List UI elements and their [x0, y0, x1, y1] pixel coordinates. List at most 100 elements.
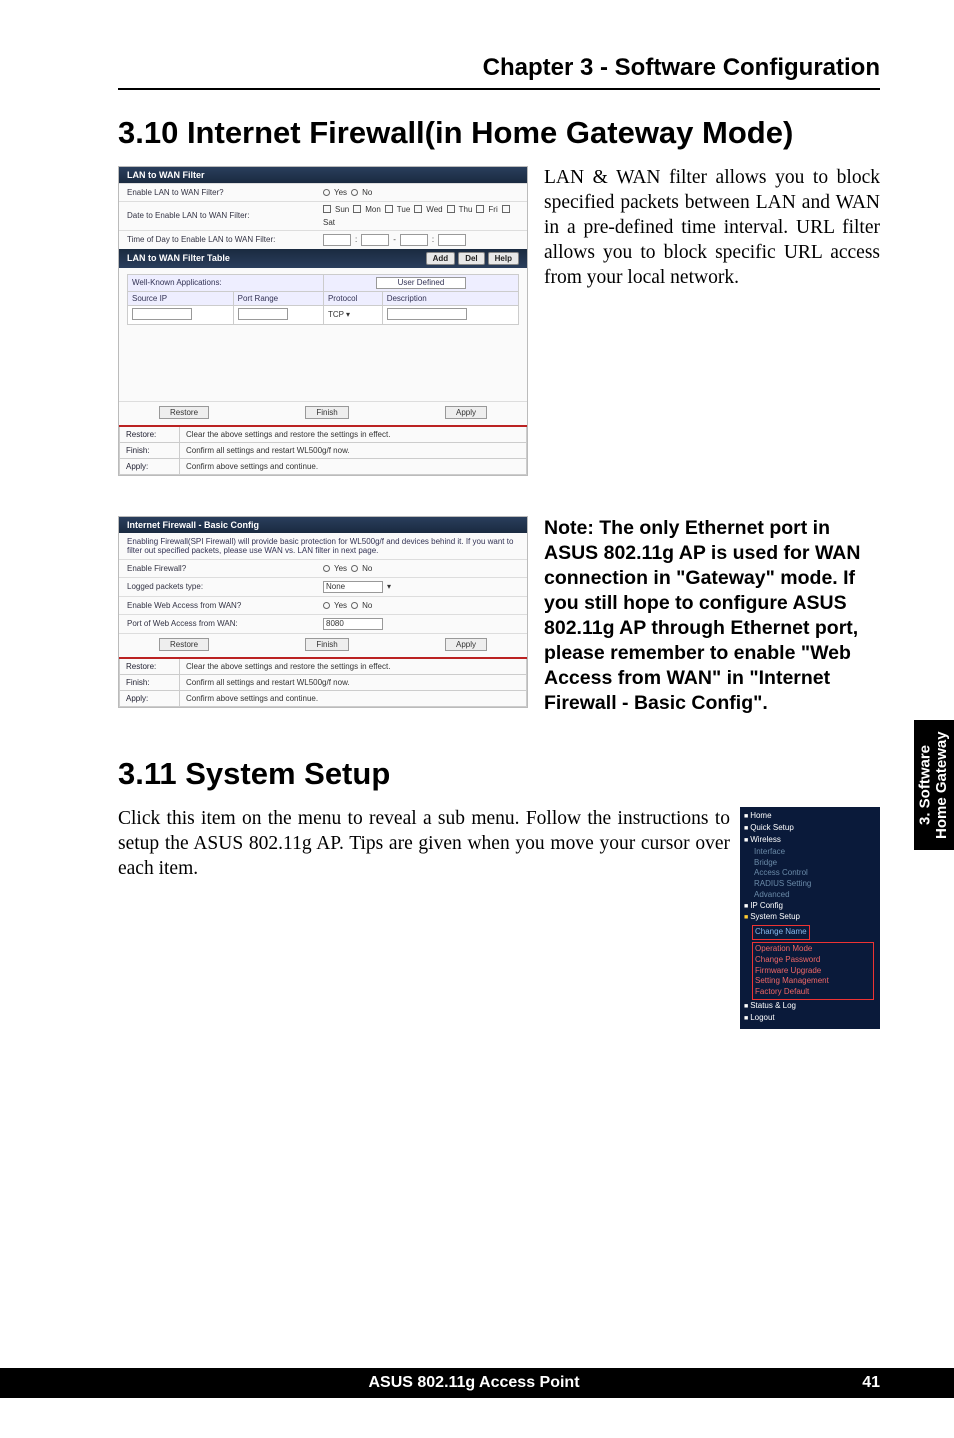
menu-subitem: Operation Mode: [755, 944, 871, 955]
menu-item: Quick Setup: [744, 823, 878, 834]
menu-item: Home: [744, 811, 878, 822]
enable-row: Enable LAN to WAN Filter? Yes No: [119, 183, 527, 201]
radio-icon[interactable]: [351, 189, 358, 196]
time-input[interactable]: [438, 234, 466, 246]
time-input[interactable]: [323, 234, 351, 246]
panel-title: Internet Firewall - Basic Config: [119, 517, 527, 533]
menu-subitem: Bridge: [744, 858, 878, 869]
time-input[interactable]: [400, 234, 428, 246]
checkbox-icon[interactable]: [353, 205, 361, 213]
menu-subitem: Advanced: [744, 890, 878, 901]
radio-icon[interactable]: [323, 602, 330, 609]
filter-table-bar: LAN to WAN Filter Table Add Del Help: [119, 249, 527, 268]
desc-key: Finish:: [120, 442, 180, 458]
menu-item: Wireless: [744, 835, 878, 846]
menu-subitem: Interface: [744, 847, 878, 858]
page-footer: ASUS 802.11g Access Point 41: [0, 1368, 954, 1398]
time-row: Time of Day to Enable LAN to WAN Filter:…: [119, 230, 527, 249]
port-row: Port of Web Access from WAN: 8080: [119, 614, 527, 633]
day: Sun: [335, 205, 349, 214]
protocol-select[interactable]: TCP: [328, 310, 344, 319]
filter-table-title: LAN to WAN Filter Table: [127, 253, 230, 263]
logged-packets-row: Logged packets type: None ▾: [119, 577, 527, 596]
restore-button[interactable]: Restore: [159, 406, 209, 419]
radio-icon[interactable]: [351, 565, 358, 572]
time-label: Time of Day to Enable LAN to WAN Filter:: [127, 235, 323, 244]
opt-yes: Yes: [334, 601, 347, 610]
finish-button[interactable]: Finish: [305, 638, 348, 651]
menu-item: Status & Log: [744, 1001, 878, 1012]
time-input[interactable]: [361, 234, 389, 246]
opt-no: No: [362, 188, 372, 197]
opt-no: No: [362, 601, 372, 610]
radio-icon[interactable]: [323, 189, 330, 196]
menu-subitem: Access Control: [744, 868, 878, 879]
lan-wan-paragraph: LAN & WAN filter allows you to block spe…: [544, 166, 880, 476]
desc-val: Confirm above settings and continue.: [180, 690, 527, 706]
description-input[interactable]: [387, 308, 467, 320]
menu-item: IP Config: [744, 901, 878, 912]
source-ip-input[interactable]: [132, 308, 192, 320]
col-port-range: Port Range: [233, 291, 323, 305]
radio-icon[interactable]: [323, 565, 330, 572]
col-protocol: Protocol: [323, 291, 382, 305]
chapter-header: Chapter 3 - Software Configuration: [118, 54, 880, 82]
section-3-11-paragraph: Click this item on the menu to reveal a …: [118, 807, 730, 882]
col-source-ip: Source IP: [128, 291, 234, 305]
checkbox-icon[interactable]: [385, 205, 393, 213]
checkbox-icon[interactable]: [447, 205, 455, 213]
section-3-11-title: 3.11 System Setup: [118, 753, 880, 795]
opt-yes: Yes: [334, 564, 347, 573]
desc-val: Confirm all settings and restart WL500g/…: [180, 674, 527, 690]
checkbox-icon[interactable]: [323, 205, 331, 213]
table-row: TCP ▾: [128, 305, 519, 324]
checkbox-icon[interactable]: [476, 205, 484, 213]
button-desc-table: Restore:Clear the above settings and res…: [119, 425, 527, 475]
day: Fri: [488, 205, 497, 214]
apply-button[interactable]: Apply: [445, 638, 487, 651]
desc-key: Restore:: [120, 658, 180, 675]
logged-label: Logged packets type:: [127, 582, 323, 591]
finish-button[interactable]: Finish: [305, 406, 348, 419]
user-defined-select[interactable]: User Defined: [376, 277, 466, 289]
day: Sat: [323, 218, 335, 227]
apply-button[interactable]: Apply: [445, 406, 487, 419]
menu-subitem: Setting Management: [755, 976, 871, 987]
menu-item: Logout: [744, 1013, 878, 1024]
desc-val: Clear the above settings and restore the…: [180, 426, 527, 443]
radio-icon[interactable]: [351, 602, 358, 609]
enable-firewall-label: Enable Firewall?: [127, 564, 323, 573]
port-range-input[interactable]: [238, 308, 288, 320]
port-input[interactable]: 8080: [323, 618, 383, 630]
logged-select[interactable]: None: [323, 581, 383, 593]
date-label: Date to Enable LAN to WAN Filter:: [127, 211, 323, 220]
help-button[interactable]: Help: [488, 252, 519, 265]
restore-button[interactable]: Restore: [159, 638, 209, 651]
day: Wed: [426, 205, 442, 214]
button-desc-table: Restore:Clear the above settings and res…: [119, 657, 527, 707]
footer-page-number: 41: [830, 1374, 880, 1392]
enable-label: Enable LAN to WAN Filter?: [127, 188, 323, 197]
webwan-label: Enable Web Access from WAN?: [127, 601, 323, 610]
desc-key: Restore:: [120, 426, 180, 443]
header-rule: [118, 88, 880, 90]
date-row: Date to Enable LAN to WAN Filter: Sun Mo…: [119, 201, 527, 230]
filter-apps-table: Well-Known Applications: User Defined So…: [127, 274, 519, 325]
menu-subitem: Change Password: [755, 955, 871, 966]
opt-no: No: [362, 564, 372, 573]
opt-yes: Yes: [334, 188, 347, 197]
internet-firewall-panel: Internet Firewall - Basic Config Enablin…: [118, 516, 528, 708]
checkbox-icon[interactable]: [414, 205, 422, 213]
side-tab: 3. SoftwareHome Gateway: [914, 720, 954, 850]
day: Tue: [397, 205, 411, 214]
desc-val: Confirm all settings and restart WL500g/…: [180, 442, 527, 458]
add-button[interactable]: Add: [426, 252, 456, 265]
day: Thu: [459, 205, 473, 214]
note-text: Note: The only Ethernet port in ASUS 802…: [544, 516, 880, 716]
checkbox-icon[interactable]: [502, 205, 510, 213]
menu-boxed-group: Operation Mode Change Password Firmware …: [752, 942, 874, 1000]
port-label: Port of Web Access from WAN:: [127, 619, 323, 628]
button-row: Restore Finish Apply: [119, 401, 527, 425]
footer-title: ASUS 802.11g Access Point: [118, 1374, 830, 1392]
del-button[interactable]: Del: [458, 252, 484, 265]
